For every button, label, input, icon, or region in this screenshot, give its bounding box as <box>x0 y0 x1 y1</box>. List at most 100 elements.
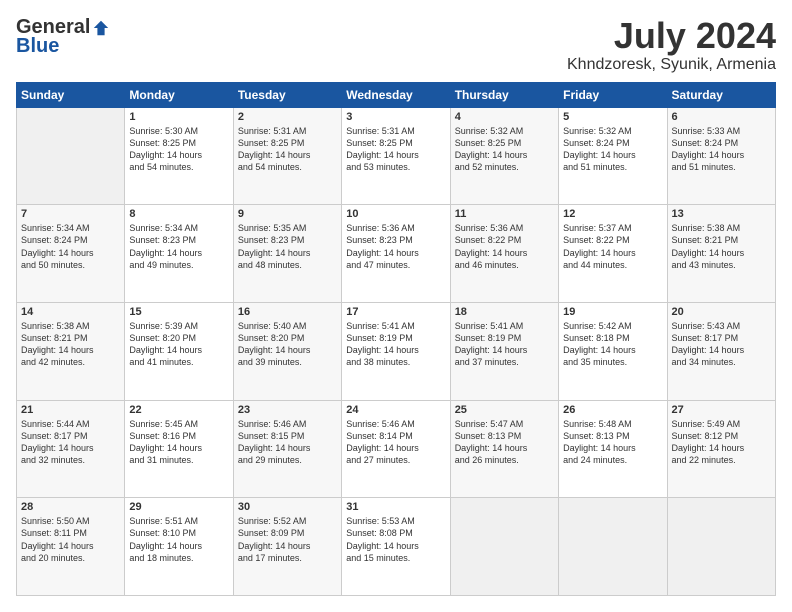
calendar-cell <box>559 498 667 596</box>
day-number: 2 <box>238 111 337 123</box>
day-info: Sunrise: 5:36 AM Sunset: 8:22 PM Dayligh… <box>455 222 554 271</box>
day-number: 18 <box>455 306 554 318</box>
day-number: 7 <box>21 208 120 220</box>
calendar-cell <box>450 498 558 596</box>
header: General Blue July 2024 Khndzoresk, Syuni… <box>16 16 776 74</box>
day-number: 12 <box>563 208 662 220</box>
day-info: Sunrise: 5:31 AM Sunset: 8:25 PM Dayligh… <box>238 125 337 174</box>
location-subtitle: Khndzoresk, Syunik, Armenia <box>567 56 776 74</box>
day-number: 4 <box>455 111 554 123</box>
day-number: 24 <box>346 404 445 416</box>
week-row-2: 14Sunrise: 5:38 AM Sunset: 8:21 PM Dayli… <box>17 302 776 400</box>
week-row-4: 28 Sunrise: 5:50 AM Sunset: 8:11 PM Dayli… <box>17 498 776 596</box>
day-number: 9 <box>238 208 337 220</box>
day-number: 10 <box>346 208 445 220</box>
day-info: Sunrise: 5:42 AM Sunset: 8:18 PM Dayligh… <box>563 320 662 369</box>
calendar-cell <box>667 498 775 596</box>
calendar-cell: 4 Sunrise: 5:32 AM Sunset: 8:25 PM Daylig… <box>450 107 558 205</box>
day-info: Sunrise: 5:52 AM Sunset: 8:09 PM Dayligh… <box>238 515 337 564</box>
calendar-cell: 10 Sunrise: 5:36 AM Sunset: 8:23 PM Dayli… <box>342 205 450 303</box>
calendar-cell <box>17 107 125 205</box>
calendar-cell: 15 Sunrise: 5:39 AM Sunset: 8:20 PM Dayli… <box>125 302 233 400</box>
weekday-header-thursday: Thursday <box>450 82 558 107</box>
calendar-cell: 14Sunrise: 5:38 AM Sunset: 8:21 PM Dayli… <box>17 302 125 400</box>
day-info: Sunrise: 5:50 AM Sunset: 8:11 PM Dayligh… <box>21 515 120 564</box>
title-block: July 2024 Khndzoresk, Syunik, Armenia <box>567 16 776 74</box>
calendar-table: SundayMondayTuesdayWednesdayThursdayFrid… <box>16 82 776 596</box>
day-info: Sunrise: 5:36 AM Sunset: 8:23 PM Dayligh… <box>346 222 445 271</box>
day-info: Sunrise: 5:38 AM Sunset: 8:21 PM Dayligh… <box>672 222 771 271</box>
weekday-header-wednesday: Wednesday <box>342 82 450 107</box>
day-info: Sunrise: 5:44 AM Sunset: 8:17 PM Dayligh… <box>21 418 120 467</box>
calendar-cell: 22Sunrise: 5:45 AM Sunset: 8:16 PM Dayli… <box>125 400 233 498</box>
day-info: Sunrise: 5:33 AM Sunset: 8:24 PM Dayligh… <box>672 125 771 174</box>
logo-blue: Blue <box>16 35 59 58</box>
weekday-header-tuesday: Tuesday <box>233 82 341 107</box>
calendar-cell: 30 Sunrise: 5:52 AM Sunset: 8:09 PM Dayli… <box>233 498 341 596</box>
day-info: Sunrise: 5:41 AM Sunset: 8:19 PM Dayligh… <box>455 320 554 369</box>
calendar-body: 1 Sunrise: 5:30 AM Sunset: 8:25 PM Daylig… <box>17 107 776 595</box>
calendar-cell: 11 Sunrise: 5:36 AM Sunset: 8:22 PM Dayli… <box>450 205 558 303</box>
calendar-cell: 20 Sunrise: 5:43 AM Sunset: 8:17 PM Dayli… <box>667 302 775 400</box>
calendar-cell: 16 Sunrise: 5:40 AM Sunset: 8:20 PM Dayli… <box>233 302 341 400</box>
weekday-header-monday: Monday <box>125 82 233 107</box>
day-number: 1 <box>129 111 228 123</box>
day-info: Sunrise: 5:49 AM Sunset: 8:12 PM Dayligh… <box>672 418 771 467</box>
week-row-1: 7Sunrise: 5:34 AM Sunset: 8:24 PM Daylig… <box>17 205 776 303</box>
day-info: Sunrise: 5:47 AM Sunset: 8:13 PM Dayligh… <box>455 418 554 467</box>
day-info: Sunrise: 5:40 AM Sunset: 8:20 PM Dayligh… <box>238 320 337 369</box>
calendar-cell: 13 Sunrise: 5:38 AM Sunset: 8:21 PM Dayli… <box>667 205 775 303</box>
day-number: 11 <box>455 208 554 220</box>
day-info: Sunrise: 5:32 AM Sunset: 8:25 PM Dayligh… <box>455 125 554 174</box>
day-info: Sunrise: 5:41 AM Sunset: 8:19 PM Dayligh… <box>346 320 445 369</box>
weekday-row: SundayMondayTuesdayWednesdayThursdayFrid… <box>17 82 776 107</box>
calendar-cell: 8Sunrise: 5:34 AM Sunset: 8:23 PM Daylig… <box>125 205 233 303</box>
week-row-0: 1 Sunrise: 5:30 AM Sunset: 8:25 PM Daylig… <box>17 107 776 205</box>
day-info: Sunrise: 5:48 AM Sunset: 8:13 PM Dayligh… <box>563 418 662 467</box>
calendar-cell: 2 Sunrise: 5:31 AM Sunset: 8:25 PM Daylig… <box>233 107 341 205</box>
page: General Blue July 2024 Khndzoresk, Syuni… <box>0 0 792 612</box>
day-info: Sunrise: 5:37 AM Sunset: 8:22 PM Dayligh… <box>563 222 662 271</box>
calendar-cell: 24 Sunrise: 5:46 AM Sunset: 8:14 PM Dayli… <box>342 400 450 498</box>
day-number: 5 <box>563 111 662 123</box>
day-info: Sunrise: 5:43 AM Sunset: 8:17 PM Dayligh… <box>672 320 771 369</box>
calendar-cell: 5 Sunrise: 5:32 AM Sunset: 8:24 PM Daylig… <box>559 107 667 205</box>
day-number: 21 <box>21 404 120 416</box>
calendar-cell: 26 Sunrise: 5:48 AM Sunset: 8:13 PM Dayli… <box>559 400 667 498</box>
day-number: 22 <box>129 404 228 416</box>
day-number: 31 <box>346 501 445 513</box>
calendar-cell: 17 Sunrise: 5:41 AM Sunset: 8:19 PM Dayli… <box>342 302 450 400</box>
day-number: 28 <box>21 501 120 513</box>
calendar-cell: 7Sunrise: 5:34 AM Sunset: 8:24 PM Daylig… <box>17 205 125 303</box>
calendar-cell: 1 Sunrise: 5:30 AM Sunset: 8:25 PM Daylig… <box>125 107 233 205</box>
day-info: Sunrise: 5:53 AM Sunset: 8:08 PM Dayligh… <box>346 515 445 564</box>
day-number: 13 <box>672 208 771 220</box>
calendar-cell: 6 Sunrise: 5:33 AM Sunset: 8:24 PM Daylig… <box>667 107 775 205</box>
day-info: Sunrise: 5:39 AM Sunset: 8:20 PM Dayligh… <box>129 320 228 369</box>
calendar-cell: 29Sunrise: 5:51 AM Sunset: 8:10 PM Dayli… <box>125 498 233 596</box>
calendar-cell: 23Sunrise: 5:46 AM Sunset: 8:15 PM Dayli… <box>233 400 341 498</box>
day-number: 27 <box>672 404 771 416</box>
calendar-cell: 25Sunrise: 5:47 AM Sunset: 8:13 PM Dayli… <box>450 400 558 498</box>
calendar-header: SundayMondayTuesdayWednesdayThursdayFrid… <box>17 82 776 107</box>
day-number: 16 <box>238 306 337 318</box>
weekday-header-sunday: Sunday <box>17 82 125 107</box>
day-number: 15 <box>129 306 228 318</box>
day-info: Sunrise: 5:31 AM Sunset: 8:25 PM Dayligh… <box>346 125 445 174</box>
day-number: 30 <box>238 501 337 513</box>
day-number: 6 <box>672 111 771 123</box>
calendar-cell: 9Sunrise: 5:35 AM Sunset: 8:23 PM Daylig… <box>233 205 341 303</box>
logo-icon <box>92 19 110 37</box>
calendar-cell: 21 Sunrise: 5:44 AM Sunset: 8:17 PM Dayli… <box>17 400 125 498</box>
day-number: 17 <box>346 306 445 318</box>
day-number: 20 <box>672 306 771 318</box>
day-info: Sunrise: 5:46 AM Sunset: 8:14 PM Dayligh… <box>346 418 445 467</box>
day-number: 26 <box>563 404 662 416</box>
day-info: Sunrise: 5:51 AM Sunset: 8:10 PM Dayligh… <box>129 515 228 564</box>
day-info: Sunrise: 5:30 AM Sunset: 8:25 PM Dayligh… <box>129 125 228 174</box>
day-info: Sunrise: 5:32 AM Sunset: 8:24 PM Dayligh… <box>563 125 662 174</box>
day-info: Sunrise: 5:34 AM Sunset: 8:23 PM Dayligh… <box>129 222 228 271</box>
day-number: 14 <box>21 306 120 318</box>
day-number: 23 <box>238 404 337 416</box>
calendar-cell: 28 Sunrise: 5:50 AM Sunset: 8:11 PM Dayli… <box>17 498 125 596</box>
